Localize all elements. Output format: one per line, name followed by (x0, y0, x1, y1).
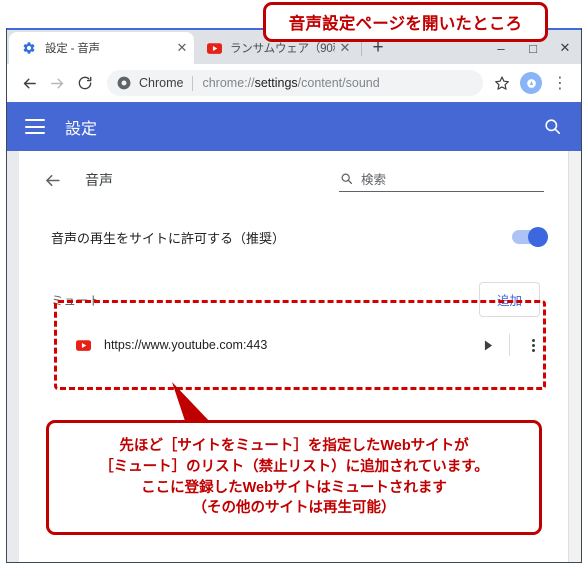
omnibox-scheme-label: Chrome (139, 76, 184, 90)
reload-button[interactable] (71, 69, 99, 97)
tab-title: 設定 - 音声 (45, 43, 100, 55)
browser-toolbar: Chrome chrome://settings/content/sound ⋮ (7, 64, 581, 102)
address-bar[interactable]: Chrome chrome://settings/content/sound (107, 70, 483, 96)
annotation-callout-bottom: 先ほど［サイトをミュート］を指定したWebサイトが ［ミュート］のリスト（禁止リ… (46, 420, 542, 535)
annotation-text-line: ここに登録したWebサイトはミュートされます (141, 479, 447, 496)
chevron-right-icon[interactable] (477, 334, 499, 356)
search-placeholder: 検索 (361, 172, 387, 187)
omnibox-divider (192, 75, 194, 91)
annotation-text: 音声設定ページを開いたところ (288, 15, 523, 33)
tab-close-button[interactable]: ✕ (174, 40, 190, 56)
row-divider (509, 334, 510, 356)
bookmark-star-icon[interactable] (489, 70, 515, 96)
site-url: https://www.youtube.com:443 (104, 338, 268, 352)
search-input[interactable]: 検索 (339, 169, 544, 192)
mute-section-header: ミュート 追加 (31, 273, 550, 325)
omnibox-url: chrome://settings/content/sound (202, 76, 379, 90)
profile-avatar[interactable] (520, 72, 542, 94)
tab-close-button[interactable]: ✕ (337, 40, 353, 56)
kebab-menu-icon[interactable] (522, 334, 544, 356)
mute-section: ミュート 追加 https://www.youtube.com:443 (31, 273, 550, 365)
allow-sound-label: 音声の再生をサイトに許可する（推奨） (51, 230, 286, 246)
annotation-text-line: ［ミュート］のリスト（禁止リスト）に追加されています。 (99, 458, 489, 475)
toggle-knob (528, 227, 548, 247)
annotation-callout-top: 音声設定ページを開いたところ (263, 2, 548, 42)
tab-settings[interactable]: 設定 - 音声 ✕ (9, 32, 194, 64)
tab-title: ランサムウェア（90秒の (230, 43, 335, 55)
url-host: settings (254, 76, 298, 90)
add-site-button[interactable]: 追加 (478, 281, 540, 317)
allow-sound-row[interactable]: 音声の再生をサイトに許可する（推奨） (19, 209, 568, 265)
youtube-icon (206, 40, 222, 56)
tab-divider (361, 40, 362, 56)
hamburger-icon[interactable] (25, 119, 45, 134)
url-prefix: chrome:// (202, 76, 255, 90)
browser-menu-button[interactable]: ⋮ (547, 70, 573, 96)
youtube-icon (75, 337, 91, 353)
annotation-text-line: 先ほど［サイトをミュート］を指定したWebサイトが (119, 438, 469, 455)
url-path: /content/sound (297, 76, 380, 90)
chrome-logo-icon (117, 76, 132, 91)
settings-header: 設定 (7, 102, 581, 151)
subpage-header: 音声 検索 (19, 151, 568, 209)
table-row[interactable]: https://www.youtube.com:443 (31, 325, 550, 365)
annotation-text-line: （その他のサイトは再生可能） (192, 500, 396, 517)
left-gutter (7, 151, 19, 562)
allow-sound-toggle[interactable] (512, 227, 548, 247)
search-icon[interactable] (541, 116, 563, 138)
page-title: 設定 (65, 120, 98, 138)
back-button[interactable] (15, 69, 43, 97)
search-icon (339, 171, 353, 185)
close-window-button[interactable]: ✕ (549, 30, 581, 66)
back-arrow-icon[interactable] (41, 169, 63, 191)
scrollbar[interactable] (568, 151, 581, 562)
mute-section-label: ミュート (51, 293, 102, 308)
subpage-title: 音声 (85, 172, 113, 188)
forward-button[interactable] (43, 69, 71, 97)
gear-icon (21, 40, 37, 56)
